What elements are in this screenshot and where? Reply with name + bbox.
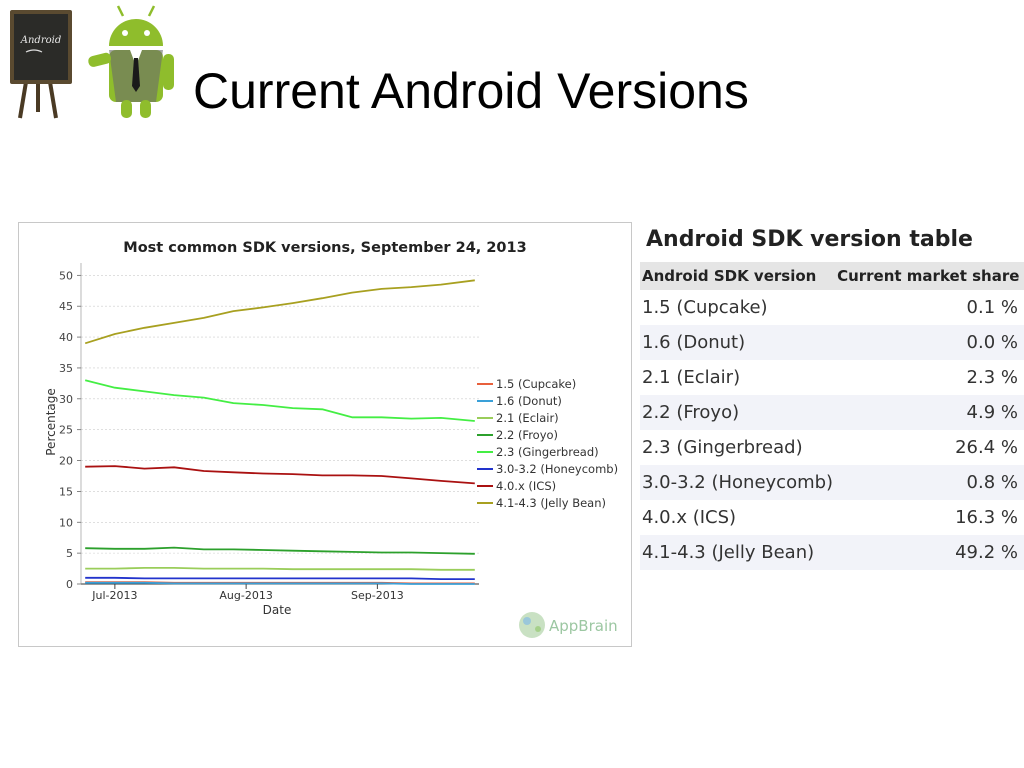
y-tick-label: 45 xyxy=(59,300,73,313)
version-cell: 4.0.x (ICS) xyxy=(642,507,737,528)
share-cell: 0.1 % xyxy=(966,297,1018,318)
series-line xyxy=(85,576,475,581)
table-row: 2.3 (Gingerbread) 26.4 % xyxy=(640,430,1024,465)
x-axis-ticks: Jul-2013 Aug-2013 Sep-2013 xyxy=(91,584,404,602)
table-row: 1.6 (Donut) 0.0 % xyxy=(640,325,1024,360)
series-line xyxy=(84,279,475,345)
version-cell: 3.0-3.2 (Honeycomb) xyxy=(640,465,836,500)
share-cell: 4.9 % xyxy=(835,395,1024,430)
chart-series xyxy=(84,279,475,585)
legend-label: 4.1-4.3 (Jelly Bean) xyxy=(496,496,606,510)
table-row: 4.1-4.3 (Jelly Bean) 49.2 % xyxy=(640,535,1024,570)
table-title: Android SDK version table xyxy=(646,227,973,252)
legend-label: 2.2 (Froyo) xyxy=(496,428,558,442)
version-cell: 2.3 (Gingerbread) xyxy=(642,437,803,458)
legend-label: 1.6 (Donut) xyxy=(496,394,562,408)
legend-label: 2.3 (Gingerbread) xyxy=(496,445,599,459)
series-line xyxy=(85,546,475,555)
chart-canvas: Most common SDK versions, September 24, … xyxy=(44,240,618,638)
version-cell: 4.1-4.3 (Jelly Bean) xyxy=(640,535,836,570)
sdk-version-table-panel: Android SDK version table Android SDK ve… xyxy=(636,222,1024,582)
legend-label: 3.0-3.2 (Honeycomb) xyxy=(496,462,618,476)
y-tick-label: 40 xyxy=(59,331,73,344)
y-tick-label: 20 xyxy=(59,455,73,468)
legend-label: 1.5 (Cupcake) xyxy=(496,377,576,391)
series-line xyxy=(85,566,475,571)
sdk-versions-chart: Most common SDK versions, September 24, … xyxy=(18,222,632,647)
appbrain-logo-icon xyxy=(519,612,545,638)
chart-legend: 1.5 (Cupcake) 1.6 (Donut) 2.1 (Eclair) 2.2 … xyxy=(477,377,618,510)
share-cell: 0.8 % xyxy=(835,465,1024,500)
x-axis-label: Date xyxy=(263,603,292,617)
share-cell: 2.3 % xyxy=(966,367,1018,388)
board-text: Android xyxy=(20,35,61,46)
table-row: 2.1 (Eclair) 2.3 % xyxy=(640,360,1024,395)
share-cell: 0.0 % xyxy=(835,325,1024,360)
share-cell: 49.2 % xyxy=(835,535,1024,570)
x-tick-label: Aug-2013 xyxy=(219,589,272,602)
android-teacher-logo: Android xyxy=(10,5,174,119)
chart-title: Most common SDK versions, September 24, … xyxy=(123,240,526,256)
header-sdk-version: Android SDK version xyxy=(640,262,836,290)
table-row: 4.0.x (ICS) 16.3 % xyxy=(640,500,1024,535)
series-line xyxy=(85,465,475,485)
y-tick-label: 10 xyxy=(59,516,73,529)
y-tick-label: 0 xyxy=(66,578,73,591)
table-row: 2.2 (Froyo) 4.9 % xyxy=(640,395,1024,430)
x-tick-label: Sep-2013 xyxy=(351,589,404,602)
x-tick-label: Jul-2013 xyxy=(91,589,137,602)
version-cell: 2.1 (Eclair) xyxy=(642,367,741,388)
table-row: 1.5 (Cupcake) 0.1 % xyxy=(640,290,1024,325)
version-cell: 1.6 (Donut) xyxy=(640,325,836,360)
slide-title: Current Android Versions xyxy=(193,63,749,119)
y-tick-label: 5 xyxy=(66,547,73,560)
share-cell: 26.4 % xyxy=(955,437,1018,458)
appbrain-watermark: AppBrain xyxy=(519,612,618,638)
y-tick-label: 35 xyxy=(59,362,73,375)
appbrain-text: AppBrain xyxy=(549,617,618,635)
android-robot-icon xyxy=(88,5,174,118)
y-axis-label: Percentage xyxy=(44,388,58,456)
legend-label: 4.0.x (ICS) xyxy=(496,479,556,493)
y-tick-label: 30 xyxy=(59,393,73,406)
y-tick-label: 50 xyxy=(59,269,73,282)
version-cell: 1.5 (Cupcake) xyxy=(642,297,768,318)
blackboard-icon: Android xyxy=(10,10,72,119)
version-cell: 2.2 (Froyo) xyxy=(640,395,836,430)
table-header-row: Android SDK version Current market share xyxy=(640,262,1024,290)
y-tick-label: 25 xyxy=(59,424,73,437)
legend-label: 2.1 (Eclair) xyxy=(496,411,559,425)
sdk-version-table: Android SDK version Current market share… xyxy=(640,262,1024,570)
share-cell: 16.3 % xyxy=(955,507,1018,528)
y-tick-label: 15 xyxy=(59,485,73,498)
table-row: 3.0-3.2 (Honeycomb) 0.8 % xyxy=(640,465,1024,500)
series-line xyxy=(84,379,475,422)
header-market-share: Current market share xyxy=(835,262,1024,290)
y-axis-ticks: 0 5 10 15 20 25 30 35 40 45 50 xyxy=(59,269,81,591)
chart-gridlines xyxy=(81,275,479,554)
